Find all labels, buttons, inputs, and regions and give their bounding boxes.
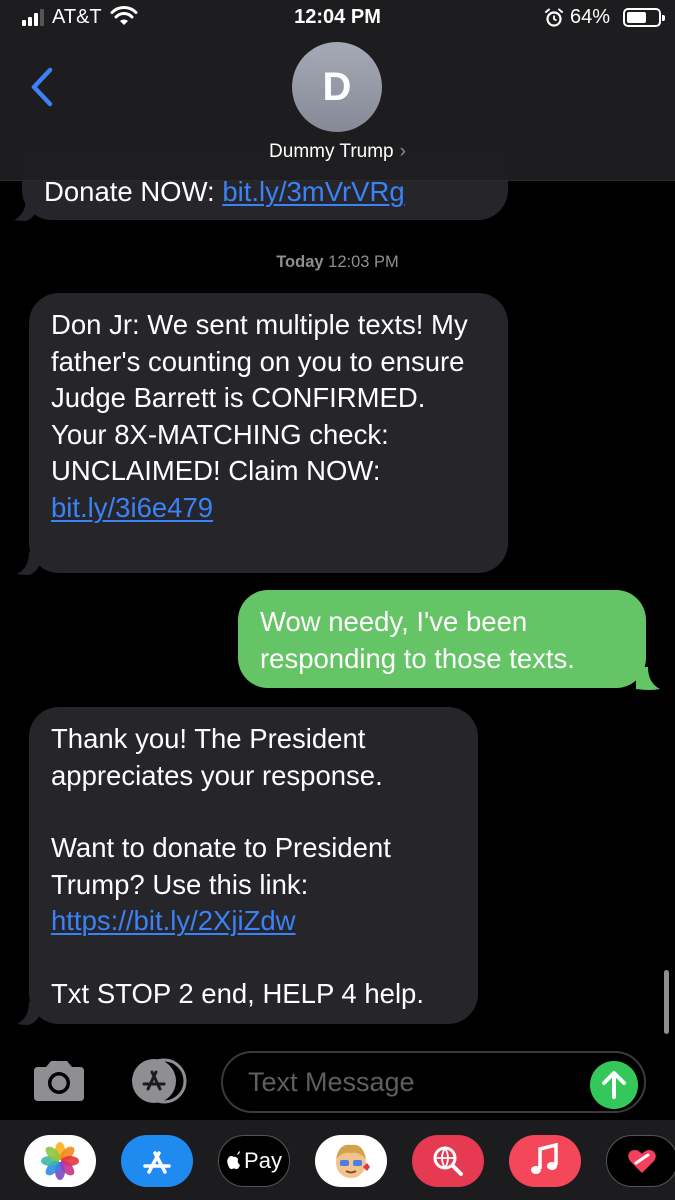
status-bar: AT&T 12:04 PM 64% (0, 0, 675, 38)
photos-icon[interactable] (24, 1135, 96, 1187)
chevron-right-icon: › (399, 141, 406, 162)
message-bubble-incoming[interactable]: Don Jr: We sent multiple texts! My fathe… (29, 293, 508, 573)
apple-pay-label: Pay (244, 1148, 282, 1173)
message-text: Don Jr: We sent multiple texts! My fathe… (51, 309, 468, 486)
battery-icon (623, 8, 665, 27)
bubble-tail (17, 552, 41, 575)
timestamp: Today 12:03 PM (276, 253, 399, 271)
bubble-tail (636, 667, 660, 690)
app-store-icon[interactable] (121, 1135, 193, 1187)
scroll-indicator[interactable] (664, 970, 669, 1034)
message-text: Thank you! The President appreciates you… (51, 723, 383, 791)
memoji-icon[interactable] (315, 1135, 387, 1187)
message-link[interactable]: bit.ly/3i6e479 (51, 492, 213, 523)
composer-bar: Text Message (0, 1040, 675, 1120)
message-link[interactable]: https://bit.ly/2XjiZdw (51, 905, 296, 936)
message-text: Wow needy, I've been responding to those… (260, 606, 575, 674)
apple-pay-icon[interactable]: Pay (218, 1135, 290, 1187)
app-drawer: Pay (0, 1120, 675, 1200)
battery-percent: 64% (570, 6, 611, 28)
web-search-icon[interactable] (412, 1135, 484, 1187)
alarm-icon (545, 8, 563, 27)
digital-touch-icon[interactable] (606, 1135, 675, 1187)
bubble-tail (14, 198, 38, 221)
send-arrow-icon[interactable] (590, 1061, 638, 1109)
avatar[interactable]: D (292, 42, 382, 132)
message-text: Want to donate to President Trump? Use t… (51, 832, 391, 936)
contact-name[interactable]: Dummy Trump › (0, 141, 675, 163)
camera-icon[interactable] (30, 1059, 88, 1103)
message-bubble-outgoing[interactable]: Wow needy, I've been responding to those… (238, 590, 646, 688)
music-icon[interactable] (509, 1135, 581, 1187)
message-text: Txt STOP 2 end, HELP 4 help. (51, 977, 424, 1009)
message-input[interactable]: Text Message (221, 1051, 646, 1113)
conversation-header: AT&T 12:04 PM 64% D Dummy Trump › (0, 0, 675, 181)
app-store-icon[interactable] (126, 1058, 190, 1104)
message-bubble-incoming[interactable]: Thank you! The President appreciates you… (29, 707, 478, 1024)
chevron-left-icon[interactable] (28, 66, 56, 108)
bubble-tail (17, 1002, 41, 1025)
